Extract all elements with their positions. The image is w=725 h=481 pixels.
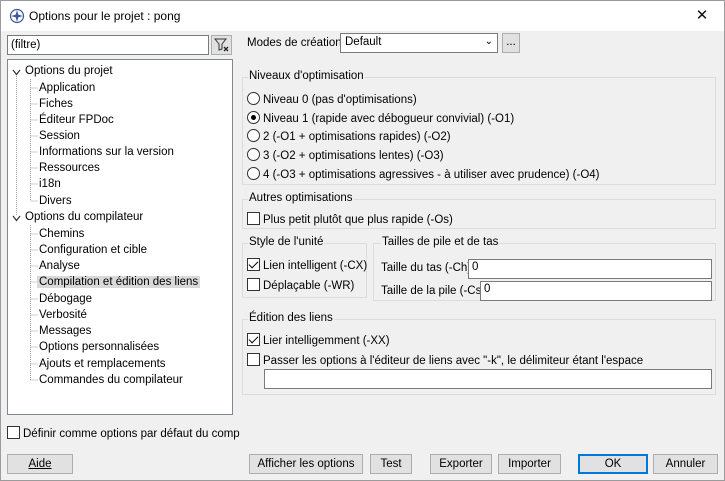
tree-item-commandes-compilateur[interactable]: Commandes du compilateur <box>39 372 183 388</box>
tree-item-chemins[interactable]: Chemins <box>39 226 84 242</box>
modes-combobox[interactable]: Default ⌄ <box>340 33 498 53</box>
tree-item-ajouts-remplacements[interactable]: Ajouts et remplacements <box>39 356 166 372</box>
pass-linker-options-checkbox[interactable]: Passer les options à l'éditeur de liens … <box>247 353 643 367</box>
tree-item-application[interactable]: Application <box>39 80 95 96</box>
checkbox-label: Définir comme options par défaut du comp <box>23 428 240 440</box>
collapse-icon[interactable] <box>12 214 21 223</box>
modes-edit-button[interactable]: ... <box>502 33 520 53</box>
test-button[interactable]: Test <box>370 454 412 474</box>
tree-item-i18n[interactable]: i18n <box>39 176 61 192</box>
default-options-checkbox[interactable]: Définir comme options par défaut du comp <box>7 426 240 440</box>
opt-level-2-radio[interactable]: 2 (-O1 + optimisations rapides) (-O2) <box>247 129 451 143</box>
tree-node-options-projet[interactable]: Options du projet <box>8 63 228 79</box>
window-title: Options pour le projet : pong <box>29 9 181 23</box>
opt-level-0-radio[interactable]: Niveau 0 (pas d'optimisations) <box>247 92 417 106</box>
show-options-button[interactable]: Afficher les options <box>249 454 363 474</box>
tree-item-compilation-liens-selected[interactable]: Compilation et édition des liens <box>37 274 201 290</box>
tree-item-fiches[interactable]: Fiches <box>39 96 73 112</box>
stack-size-label: Taille de la pile (-Cs) <box>381 285 486 297</box>
optimization-group-title: Niveaux d'optimisation <box>248 70 365 82</box>
import-button[interactable]: Importer <box>498 454 561 474</box>
smaller-than-faster-checkbox[interactable]: Plus petit plutôt que plus rapide (-Os) <box>247 212 453 226</box>
tree-item-messages[interactable]: Messages <box>39 323 91 339</box>
tree-item-debogage[interactable]: Débogage <box>39 291 92 307</box>
tree-item-options-personnalisees[interactable]: Options personnalisées <box>39 339 159 355</box>
tree-item-analyse[interactable]: Analyse <box>39 258 80 274</box>
options-tree[interactable]: Options du projet Application Fiches Édi… <box>7 59 233 415</box>
opt-level-4-radio[interactable]: 4 (-O3 + optimisations agressives - à ut… <box>247 167 600 181</box>
lazarus-app-icon <box>9 8 25 24</box>
modes-label: Modes de création <box>247 37 342 49</box>
collapse-icon[interactable] <box>12 68 21 77</box>
help-button[interactable]: Aide <box>7 454 73 474</box>
ok-button[interactable]: OK <box>578 454 648 474</box>
tree-node-label: Options du compilateur <box>25 211 144 223</box>
tree-item-informations-version[interactable]: Informations sur la version <box>39 144 174 160</box>
stack-size-input[interactable]: 0 <box>480 281 712 301</box>
tree-item-editeur-fpdoc[interactable]: Éditeur FPDoc <box>39 112 114 128</box>
checkbox-box[interactable] <box>7 426 20 439</box>
clear-filter-button[interactable] <box>211 35 232 55</box>
modes-value: Default <box>345 36 382 48</box>
tree-node-options-compilateur[interactable]: Options du compilateur <box>8 209 228 225</box>
tree-item-ressources[interactable]: Ressources <box>39 160 100 176</box>
tree-item-configuration-cible[interactable]: Configuration et cible <box>39 242 147 258</box>
tree-item-session[interactable]: Session <box>39 128 80 144</box>
options-dialog: Options pour le projet : pong ✕ (filtre)… <box>0 0 725 481</box>
unit-style-title: Style de l'unité <box>248 236 325 248</box>
smart-link-xx-checkbox[interactable]: Lier intelligemment (-XX) <box>247 333 390 347</box>
tree-node-label: Options du projet <box>25 65 113 77</box>
tree-item-divers[interactable]: Divers <box>39 193 72 209</box>
heap-size-input[interactable]: 0 <box>468 259 712 279</box>
relocatable-wr-checkbox[interactable]: Déplaçable (-WR) <box>247 278 354 292</box>
other-opt-title: Autres optimisations <box>248 192 354 204</box>
export-button[interactable]: Exporter <box>430 454 492 474</box>
title-bar: Options pour le projet : pong ✕ <box>1 1 724 31</box>
linking-title: Édition des liens <box>248 312 334 324</box>
close-icon[interactable]: ✕ <box>690 4 714 28</box>
clear-filter-icon <box>213 38 229 52</box>
linker-options-input[interactable] <box>264 369 712 389</box>
opt-level-3-radio[interactable]: 3 (-O2 + optimisations lentes) (-O3) <box>247 148 444 162</box>
opt-level-1-radio[interactable]: Niveau 1 (rapide avec débogueur convivia… <box>247 111 514 125</box>
cancel-button[interactable]: Annuler <box>653 454 718 474</box>
smart-link-cx-checkbox[interactable]: Lien intelligent (-CX) <box>247 258 367 272</box>
filter-input[interactable] <box>7 35 209 55</box>
stack-heap-title: Tailles de pile et de tas <box>381 236 500 248</box>
tree-item-verbosite[interactable]: Verbosité <box>39 307 87 323</box>
heap-size-label: Taille du tas (-Ch) <box>381 262 472 274</box>
chevron-down-icon: ⌄ <box>484 36 493 47</box>
